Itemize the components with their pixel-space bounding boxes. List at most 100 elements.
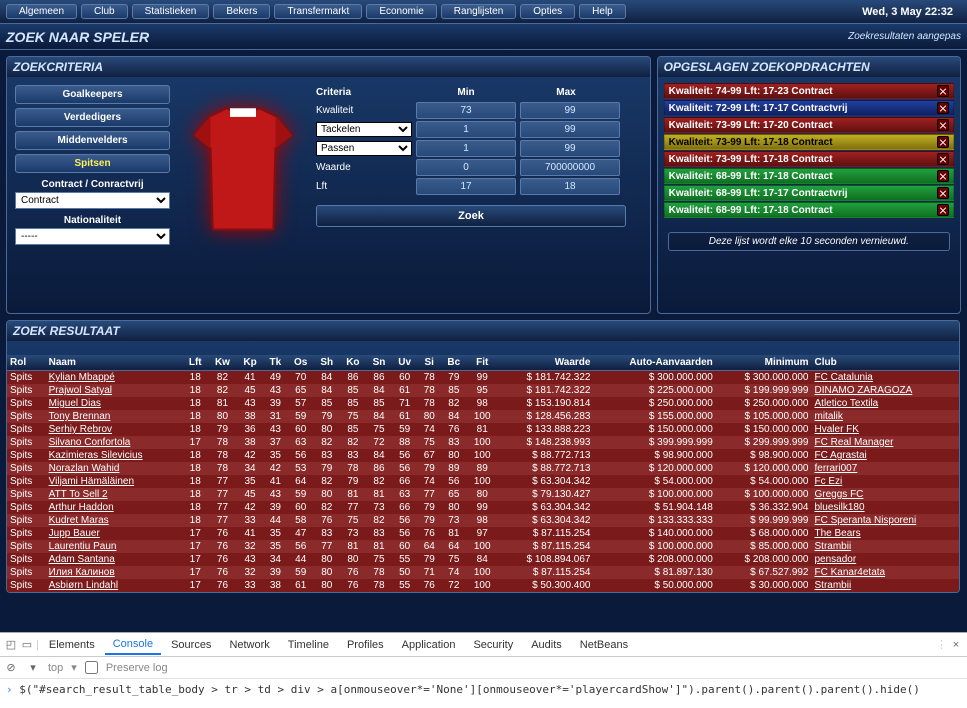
club-link[interactable]: FC Catalunia (815, 372, 873, 383)
club-link[interactable]: DINAMO ZARAGOZA (815, 385, 913, 396)
devtools-tab-timeline[interactable]: Timeline (280, 636, 337, 654)
player-link[interactable]: Asbiørn Lindahl (49, 580, 118, 591)
result-col-club[interactable]: Club (812, 355, 960, 371)
delete-saved-icon[interactable] (937, 204, 949, 216)
result-col-auto-aanvaarden[interactable]: Auto-Aanvaarden (593, 355, 715, 371)
club-link[interactable]: mitalik (815, 411, 843, 422)
club-link[interactable]: FC Agrastai (815, 450, 867, 461)
saved-search-row[interactable]: Kwaliteit: 73-99 Lft: 17-18 Contract (664, 151, 954, 167)
saved-search-row[interactable]: Kwaliteit: 68-99 Lft: 17-17 Contractvrij (664, 185, 954, 201)
saved-search-row[interactable]: Kwaliteit: 68-99 Lft: 17-18 Contract (664, 202, 954, 218)
result-col-fit[interactable]: Fit (467, 355, 498, 371)
filter-icon[interactable]: ▾ (26, 661, 40, 675)
result-col-si[interactable]: Si (418, 355, 441, 371)
player-link[interactable]: Silvano Confortola (49, 437, 131, 448)
nationality-select[interactable]: ----- (15, 228, 170, 245)
club-link[interactable]: ferrari007 (815, 463, 858, 474)
position-btn-spitsen[interactable]: Spitsen (15, 154, 170, 173)
preserve-log-checkbox[interactable] (85, 661, 98, 674)
club-link[interactable]: Strambii (815, 541, 852, 552)
criteria-min-value[interactable]: 73 (416, 102, 516, 119)
result-col-ko[interactable]: Ko (340, 355, 366, 371)
result-col-lft[interactable]: Lft (182, 355, 208, 371)
position-btn-middenvelders[interactable]: Middenvelders (15, 131, 170, 150)
menu-bekers[interactable]: Bekers (213, 4, 270, 19)
saved-search-row[interactable]: Kwaliteit: 72-99 Lft: 17-17 Contractvrij (664, 100, 954, 116)
player-link[interactable]: Prajwol Satyal (49, 385, 112, 396)
criteria-min-value[interactable]: 1 (416, 140, 516, 157)
menu-algemeen[interactable]: Algemeen (6, 4, 77, 19)
devtools-tab-profiles[interactable]: Profiles (339, 636, 392, 654)
player-link[interactable]: ATT To Sell 2 (49, 489, 108, 500)
devtools-tab-netbeans[interactable]: NetBeans (572, 636, 636, 654)
close-devtools-icon[interactable]: × (949, 638, 963, 652)
result-col-waarde[interactable]: Waarde (498, 355, 594, 371)
player-link[interactable]: Viljami Hämäläinen (49, 476, 134, 487)
criteria-min-value[interactable]: 0 (416, 159, 516, 176)
club-link[interactable]: Fc Ezi (815, 476, 843, 487)
menu-club[interactable]: Club (81, 4, 128, 19)
club-link[interactable]: bluesilk180 (815, 502, 865, 513)
criteria-max-value[interactable]: 99 (520, 102, 620, 119)
result-col-kw[interactable]: Kw (208, 355, 237, 371)
club-link[interactable]: Hvaler FK (815, 424, 859, 435)
result-col-bc[interactable]: Bc (441, 355, 467, 371)
delete-saved-icon[interactable] (937, 170, 949, 182)
result-col-tk[interactable]: Tk (263, 355, 287, 371)
player-link[interactable]: Serhiy Rebrov (49, 424, 112, 435)
devtools-tab-security[interactable]: Security (465, 636, 521, 654)
criteria-min-value[interactable]: 1 (416, 121, 516, 138)
delete-saved-icon[interactable] (937, 85, 949, 97)
result-col-kp[interactable]: Kp (237, 355, 263, 371)
criteria-max-value[interactable]: 18 (520, 178, 620, 195)
contract-select[interactable]: Contract (15, 192, 170, 209)
position-btn-goalkeepers[interactable]: Goalkeepers (15, 85, 170, 104)
inspect-icon[interactable]: ◰ (4, 638, 18, 652)
club-link[interactable]: Strambii (815, 580, 852, 591)
result-col-minimum[interactable]: Minimum (716, 355, 812, 371)
club-link[interactable]: pensador (815, 554, 857, 565)
menu-statistieken[interactable]: Statistieken (132, 4, 210, 19)
result-col-rol[interactable]: Rol (7, 355, 46, 371)
menu-transfermarkt[interactable]: Transfermarkt (274, 4, 362, 19)
player-link[interactable]: Miguel Dias (49, 398, 101, 409)
criteria-min-value[interactable]: 17 (416, 178, 516, 195)
player-link[interactable]: Arthur Haddon (49, 502, 114, 513)
position-btn-verdedigers[interactable]: Verdedigers (15, 108, 170, 127)
criteria-max-value[interactable]: 99 (520, 121, 620, 138)
menu-opties[interactable]: Opties (520, 4, 575, 19)
result-col-sn[interactable]: Sn (366, 355, 392, 371)
delete-saved-icon[interactable] (937, 119, 949, 131)
player-link[interactable]: Kudret Maras (49, 515, 109, 526)
player-link[interactable]: Jupp Bauer (49, 528, 100, 539)
player-link[interactable]: Kylian Mbappé (49, 372, 115, 383)
devtools-tab-network[interactable]: Network (221, 636, 277, 654)
player-link[interactable]: Laurentiu Paun (49, 541, 117, 552)
club-link[interactable]: The Bears (815, 528, 861, 539)
player-link[interactable]: Tony Brennan (49, 411, 111, 422)
context-top[interactable]: top (48, 662, 63, 674)
menu-help[interactable]: Help (579, 4, 626, 19)
devtools-tab-audits[interactable]: Audits (523, 636, 570, 654)
saved-search-row[interactable]: Kwaliteit: 73-99 Lft: 17-20 Contract (664, 117, 954, 133)
saved-search-row[interactable]: Kwaliteit: 68-99 Lft: 17-18 Contract (664, 168, 954, 184)
devtools-tab-sources[interactable]: Sources (163, 636, 219, 654)
devtools-tab-application[interactable]: Application (394, 636, 464, 654)
player-link[interactable]: Norazlan Wahid (49, 463, 120, 474)
menu-economie[interactable]: Economie (366, 4, 436, 19)
club-link[interactable]: Atletico Textila (815, 398, 879, 409)
delete-saved-icon[interactable] (937, 187, 949, 199)
delete-saved-icon[interactable] (937, 153, 949, 165)
device-icon[interactable]: ▭ (20, 638, 34, 652)
console-input-line[interactable]: › $("#search_result_table_body > tr > td… (0, 679, 967, 700)
devtools-tab-elements[interactable]: Elements (41, 636, 103, 654)
result-col-os[interactable]: Os (287, 355, 313, 371)
result-col-sh[interactable]: Sh (314, 355, 340, 371)
club-link[interactable]: FC Speranta Nisporeni (815, 515, 917, 526)
player-link[interactable]: Kazimieras Silevicius (49, 450, 143, 461)
devtools-tab-console[interactable]: Console (105, 635, 161, 655)
saved-search-row[interactable]: Kwaliteit: 73-99 Lft: 17-18 Contract (664, 134, 954, 150)
menu-ranglijsten[interactable]: Ranglijsten (441, 4, 516, 19)
clear-console-icon[interactable]: ⊘ (4, 661, 18, 675)
player-link[interactable]: Илия Калинов (49, 567, 115, 578)
